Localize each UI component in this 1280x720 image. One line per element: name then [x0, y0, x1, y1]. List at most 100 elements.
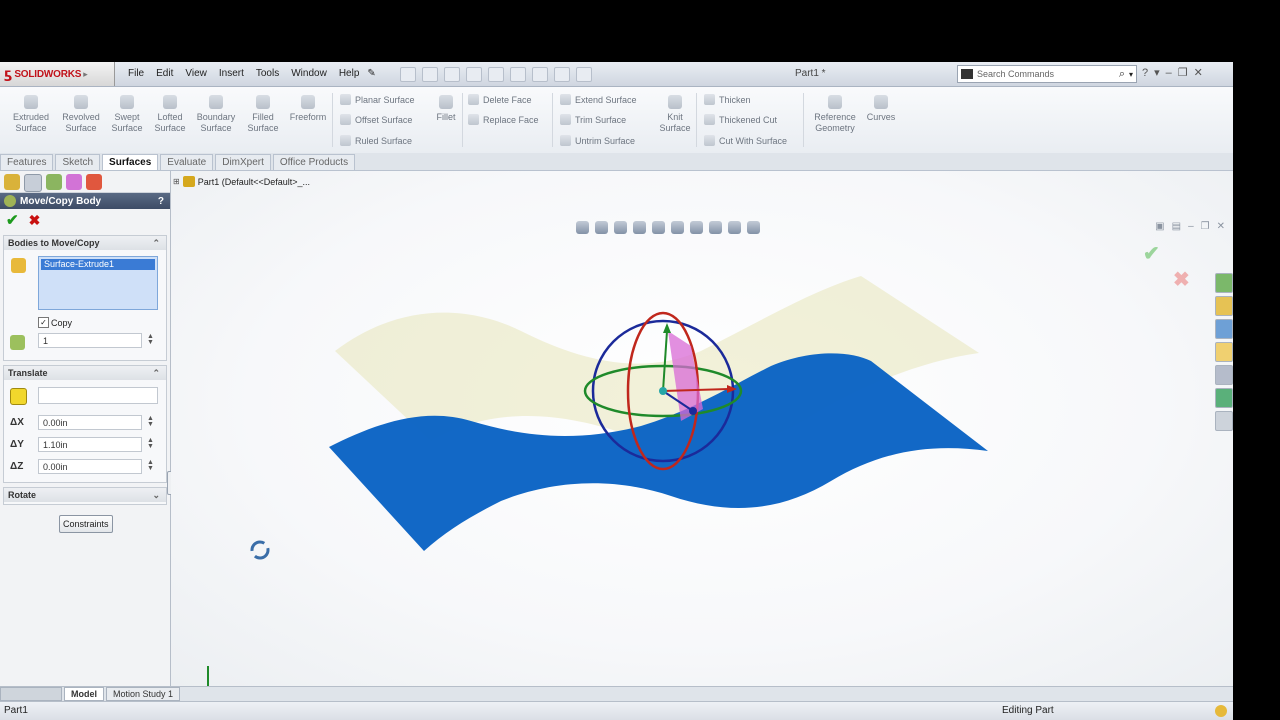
untrim-surface-button[interactable]: Untrim Surface [560, 135, 635, 146]
delta-y-field[interactable]: 1.10in [38, 437, 142, 452]
trim-surface-button[interactable]: Trim Surface [560, 114, 626, 125]
undo-icon[interactable] [488, 67, 504, 82]
graphics-area[interactable]: ⊞ Part1 (Default<<Default>_... ▣ ▤ – ❐ ✕… [171, 171, 1233, 686]
delta-x-field[interactable]: 0.00in [38, 415, 142, 430]
solidworks-logo[interactable]: ƽ SOLIDWORKS ▸ [0, 62, 115, 86]
bodies-to-move-copy-group: Bodies to Move/Copy ⌃ Surface-Extrude1 ✓ … [3, 235, 167, 361]
revolved-surface-icon [74, 95, 88, 109]
thickened-cut-button[interactable]: Thickened Cut [704, 114, 777, 125]
help-dropdown-icon[interactable]: ▾ [1154, 67, 1160, 79]
menu-tools[interactable]: Tools [250, 67, 285, 81]
lofted-surface-button[interactable]: Lofted Surface [147, 95, 193, 134]
knit-surface-button[interactable]: Knit Surface [652, 95, 698, 134]
help-icon[interactable]: ? [158, 196, 164, 207]
selected-body-item[interactable]: Surface-Extrude1 [41, 259, 155, 270]
tab-evaluate[interactable]: Evaluate [160, 154, 214, 170]
lofted-surface-icon [163, 95, 177, 109]
delta-z-field[interactable]: 0.00in [38, 459, 142, 474]
tab-motion-study-1[interactable]: Motion Study 1 [106, 687, 181, 701]
cancel-button[interactable]: ✖ [29, 212, 41, 229]
menu-window[interactable]: Window [285, 67, 333, 81]
triad-origin-handle[interactable] [659, 387, 667, 395]
feature-manager-icon[interactable] [4, 174, 20, 190]
translate-group-header[interactable]: Translate ⌃ [4, 366, 166, 380]
collapse-icon[interactable]: ⌃ [152, 236, 160, 250]
minimize-icon[interactable]: – [1166, 67, 1172, 79]
planar-surface-button[interactable]: Planar Surface [340, 94, 415, 105]
fillet-button[interactable]: Fillet [426, 95, 466, 123]
rebuild-icon[interactable] [532, 67, 548, 82]
delta-y-spin-icon[interactable]: ▲ ▼ [147, 437, 154, 450]
tab-dimxpert[interactable]: DimXpert [215, 154, 271, 170]
constraints-button[interactable]: Constraints [59, 515, 113, 533]
tab-surfaces[interactable]: Surfaces [102, 154, 159, 170]
tab-sketch[interactable]: Sketch [55, 154, 101, 170]
thickened-cut-label: Thickened Cut [719, 114, 778, 125]
menu-help[interactable]: Help [333, 67, 366, 81]
close-icon[interactable]: ✕ [1194, 67, 1203, 79]
delta-x-spin-icon[interactable]: ▲ ▼ [147, 415, 154, 428]
reference-geometry-button[interactable]: Reference Geometry [810, 95, 860, 134]
replace-face-button[interactable]: Replace Face [468, 114, 539, 125]
new-document-icon[interactable] [400, 67, 416, 82]
freeform-button[interactable]: Freeform [285, 95, 331, 123]
bodies-selection-list[interactable]: Surface-Extrude1 [38, 256, 158, 310]
menu-edit[interactable]: Edit [150, 67, 179, 81]
expand-icon[interactable]: ⌄ [152, 488, 160, 502]
curves-button[interactable]: Curves [860, 95, 902, 123]
menu-view[interactable]: View [179, 67, 213, 81]
delta-z-spin-icon[interactable]: ▲ ▼ [147, 459, 154, 472]
dimxpert-manager-icon[interactable] [66, 174, 82, 190]
menu-file[interactable]: File [122, 67, 150, 81]
translation-reference-field[interactable] [38, 387, 158, 404]
replace-face-icon [468, 114, 479, 125]
search-commands-box[interactable]: Search Commands ⌕ ▾ [957, 65, 1137, 83]
bottom-scroll-tab[interactable] [0, 687, 62, 701]
offset-surface-icon [340, 114, 351, 125]
configuration-manager-icon[interactable] [46, 174, 62, 190]
search-dropdown-icon[interactable]: ▾ [1129, 70, 1133, 79]
swept-surface-button[interactable]: Swept Surface [104, 95, 150, 134]
help-icon[interactable]: ? [1142, 67, 1148, 79]
file-properties-icon[interactable] [554, 67, 570, 82]
tab-model[interactable]: Model [64, 687, 104, 701]
copies-spin-arrows-icon[interactable]: ▲ ▼ [147, 333, 154, 346]
reference-geometry-label: Reference Geometry [814, 112, 856, 133]
cut-with-surface-button[interactable]: Cut With Surface [704, 135, 787, 146]
menu-insert[interactable]: Insert [213, 67, 250, 81]
untrim-surface-label: Untrim Surface [575, 135, 636, 146]
number-of-copies-field[interactable]: 1 [38, 333, 142, 348]
reference-geometry-icon [828, 95, 842, 109]
offset-surface-button[interactable]: Offset Surface [340, 114, 412, 125]
filled-surface-button[interactable]: Filled Surface [240, 95, 286, 134]
display-manager-icon[interactable] [86, 174, 102, 190]
bodies-group-header[interactable]: Bodies to Move/Copy ⌃ [4, 236, 166, 250]
rotate-group-header[interactable]: Rotate ⌄ [4, 488, 166, 502]
rotate-group-title: Rotate [8, 490, 37, 500]
select-icon[interactable] [510, 67, 526, 82]
quick-tips-icon[interactable] [1215, 705, 1227, 717]
restore-icon[interactable]: ❐ [1178, 67, 1188, 79]
extruded-surface-button[interactable]: Extruded Surface [8, 95, 54, 134]
open-icon[interactable] [422, 67, 438, 82]
search-icon[interactable]: ⌕ [1119, 68, 1125, 81]
tab-office-products[interactable]: Office Products [272, 154, 356, 170]
collapse-icon[interactable]: ⌃ [152, 366, 160, 380]
boundary-surface-button[interactable]: Boundary Surface [193, 95, 239, 134]
revolved-surface-button[interactable]: Revolved Surface [58, 95, 104, 134]
copy-checkbox[interactable]: ✓ [38, 317, 49, 328]
save-icon[interactable] [444, 67, 460, 82]
extend-surface-button[interactable]: Extend Surface [560, 94, 637, 105]
search-input[interactable]: Search Commands [977, 69, 1119, 79]
ok-button[interactable]: ✔ [6, 211, 19, 229]
options-icon[interactable] [576, 67, 592, 82]
constraints-area: Constraints [0, 509, 170, 539]
delete-face-button[interactable]: Delete Face [468, 94, 532, 105]
thicken-button[interactable]: Thicken [704, 94, 751, 105]
triad-z-handle[interactable] [689, 407, 697, 415]
print-icon[interactable] [466, 67, 482, 82]
property-manager-icon[interactable] [24, 174, 42, 192]
ruled-surface-button[interactable]: Ruled Surface [340, 135, 412, 146]
pin-icon[interactable]: ✎ [365, 67, 377, 81]
tab-features[interactable]: Features [0, 154, 54, 170]
